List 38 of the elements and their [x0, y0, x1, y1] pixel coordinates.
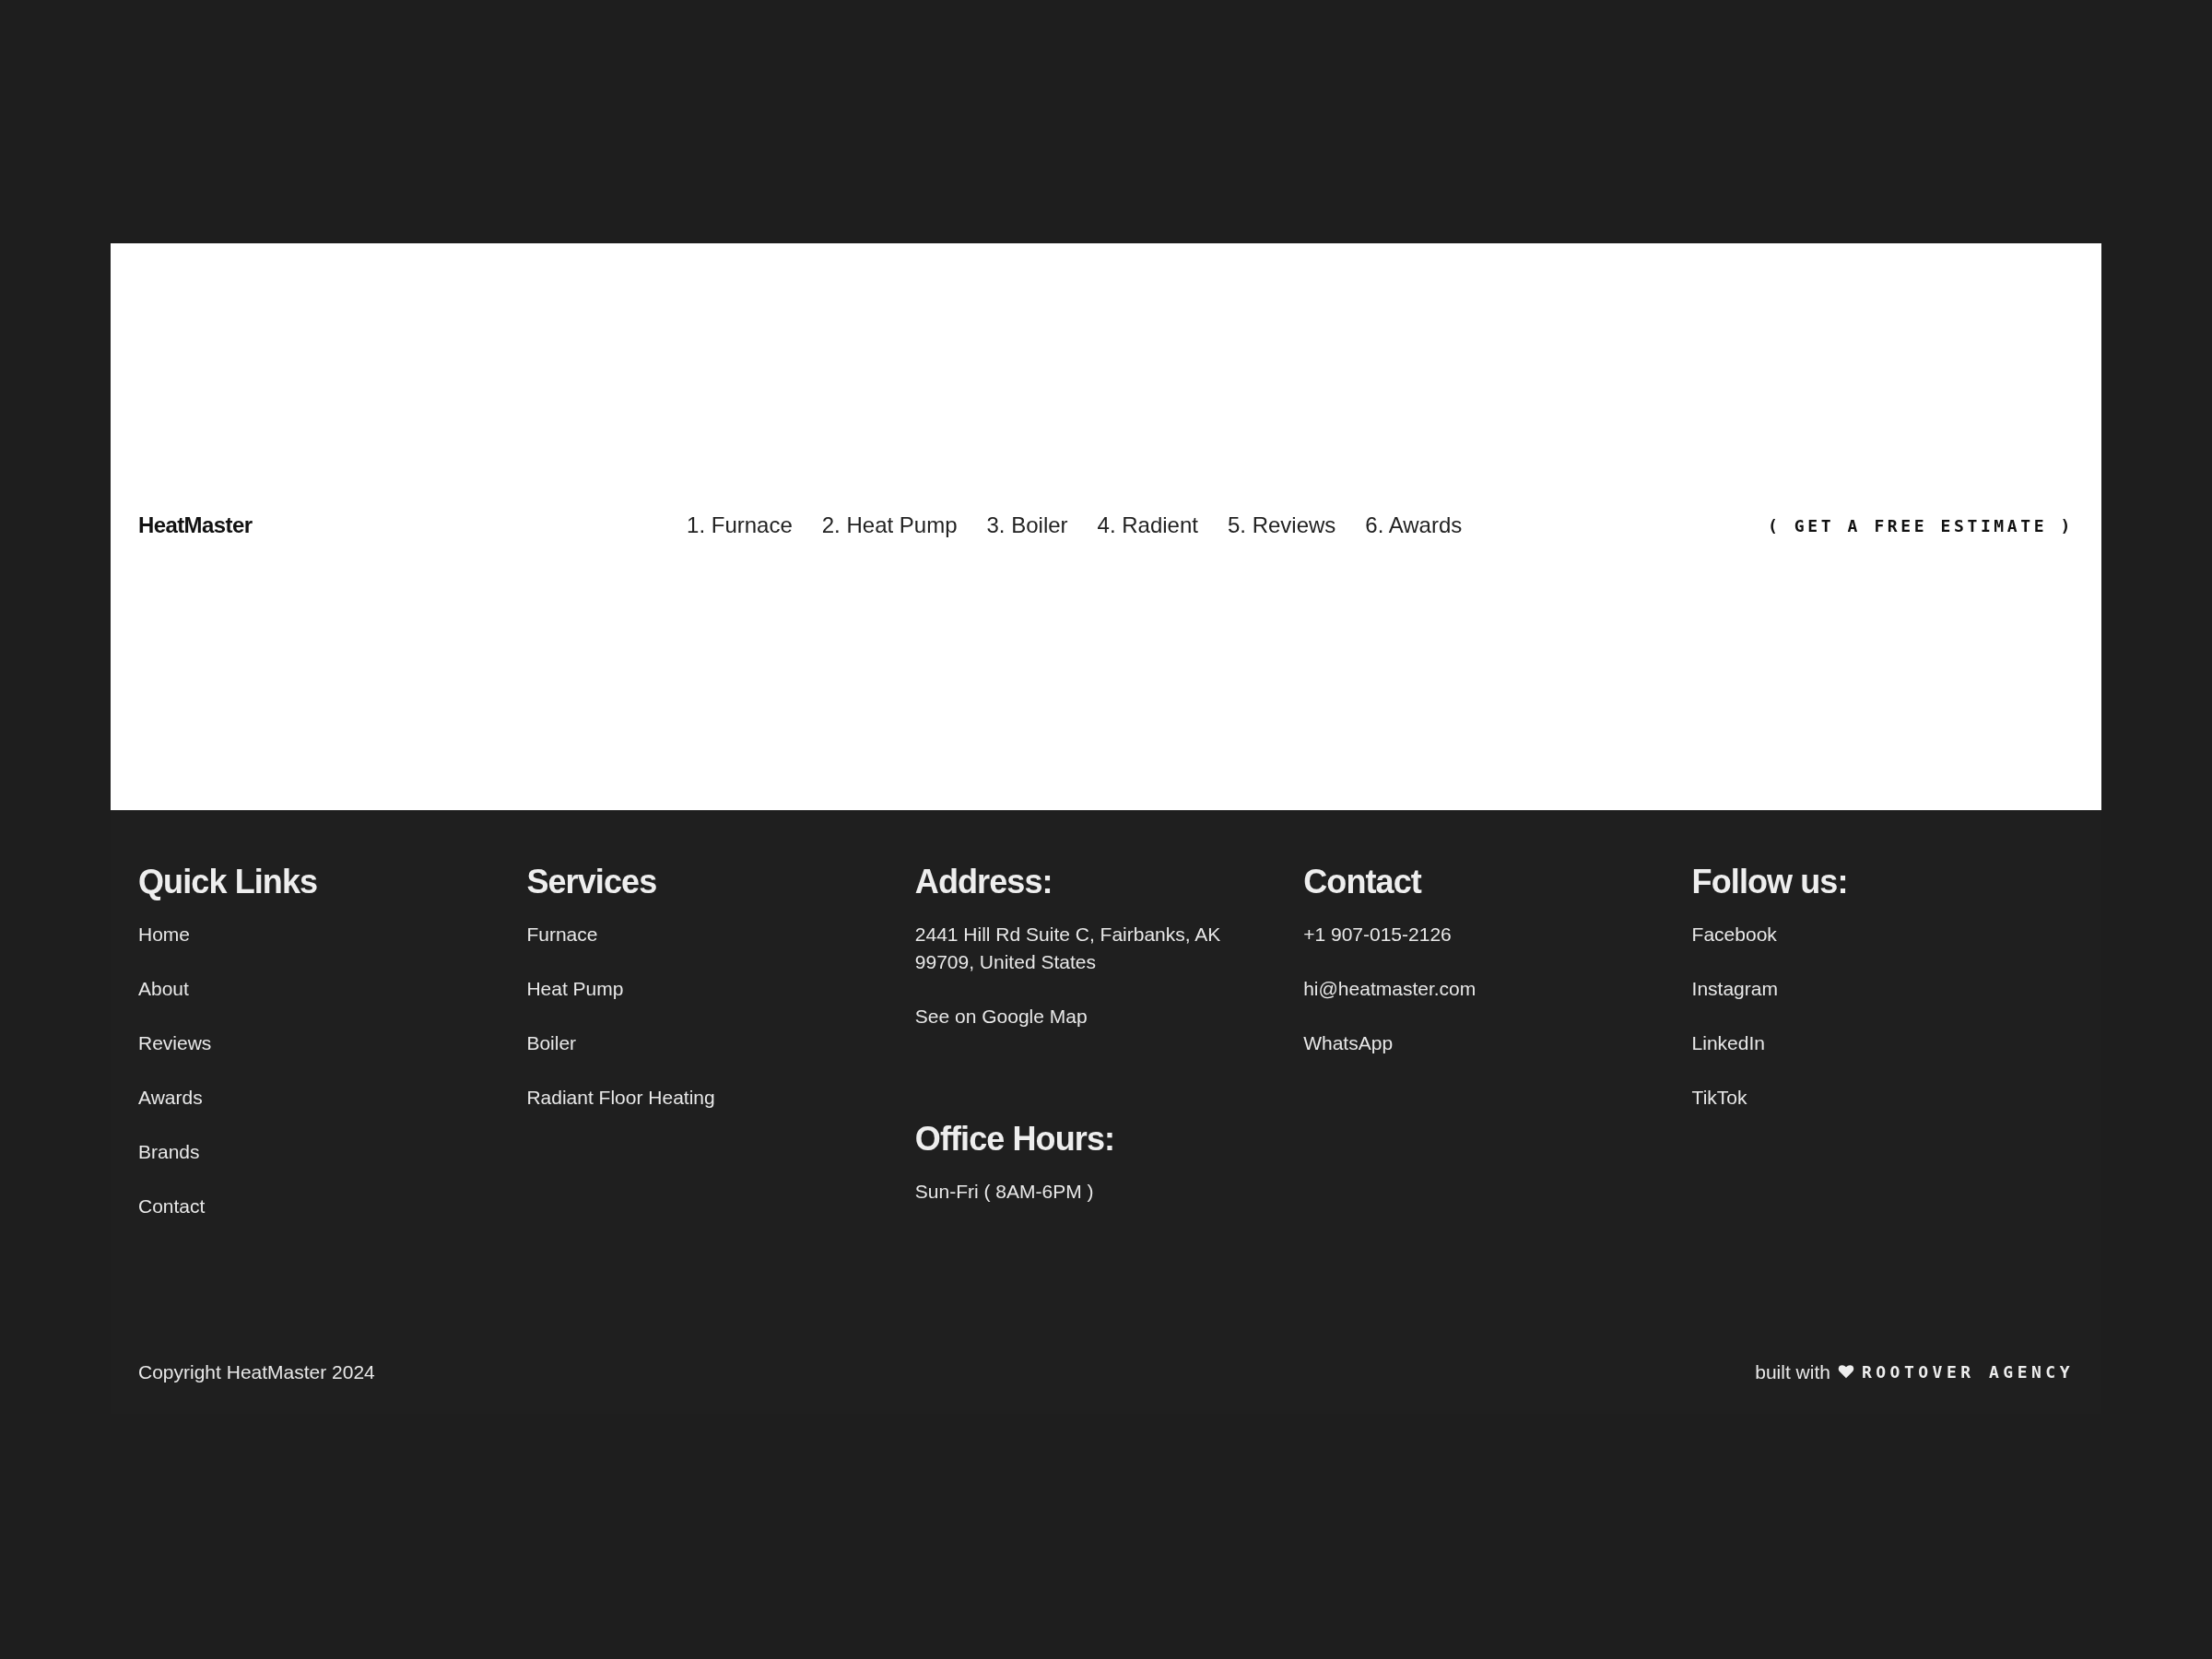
column-heading: Contact [1303, 862, 1423, 902]
footer-link[interactable]: TikTok [1691, 1084, 1747, 1112]
column-heading: Follow us: [1691, 862, 1849, 902]
nav-link[interactable]: 6. Awards [1365, 509, 1463, 542]
footer-link[interactable]: About [138, 975, 189, 1003]
column-heading: Office Hours: [914, 1119, 1116, 1159]
footer-link[interactable]: LinkedIn [1691, 1030, 1765, 1057]
nav-link[interactable]: 5. Reviews [1227, 509, 1336, 542]
nav-link[interactable]: 4. Radient [1097, 509, 1198, 542]
footer-link[interactable]: Radiant Floor Heating [526, 1084, 715, 1112]
footer-link[interactable]: Contact [138, 1193, 206, 1220]
footer-link[interactable]: +1 907-015-2126 [1303, 921, 1452, 948]
footer-link[interactable]: Furnace [526, 921, 598, 948]
copyright-text: Copyright HeatMaster 2024 [138, 1359, 375, 1384]
footer-link[interactable]: Sun-Fri ( 8AM-6PM ) [914, 1178, 1094, 1206]
column-heading: Services [526, 862, 658, 902]
footer-link[interactable]: See on Google Map [914, 1003, 1088, 1030]
heart-icon [1837, 1364, 1854, 1380]
footer-link[interactable]: Reviews [138, 1030, 212, 1057]
footer-link[interactable]: Facebook [1691, 921, 1777, 948]
footer-link[interactable]: 2441 Hill Rd Suite C, Fairbanks, AK 99709, United States [914, 921, 1265, 976]
agency-link[interactable]: ROOTOVER AGENCY [1861, 1359, 2074, 1384]
footer-link[interactable]: Awards [138, 1084, 203, 1112]
nav-link[interactable]: 2. Heat Pump [821, 509, 958, 542]
nav-link[interactable]: 3. Boiler [986, 509, 1068, 542]
logo[interactable]: HeatMaster [138, 509, 253, 542]
nav-link[interactable]: 1. Furnace [687, 509, 793, 542]
footer-link[interactable]: Heat Pump [526, 975, 624, 1003]
footer-link[interactable]: hi@heatmaster.com [1303, 975, 1477, 1003]
built-with-text: built with [1755, 1359, 1830, 1384]
free-estimate-link[interactable]: ( GET A FREE ESTIMATE ) [1767, 512, 2074, 538]
footer-link[interactable]: WhatsApp [1303, 1030, 1394, 1057]
footer-link[interactable]: Instagram [1691, 975, 1778, 1003]
footer-link[interactable]: Home [138, 921, 191, 948]
footer-link[interactable]: Boiler [526, 1030, 577, 1057]
footer-link[interactable]: Brands [138, 1138, 200, 1166]
column-heading: Address: [914, 862, 1053, 902]
column-heading: Quick Links [138, 862, 319, 902]
